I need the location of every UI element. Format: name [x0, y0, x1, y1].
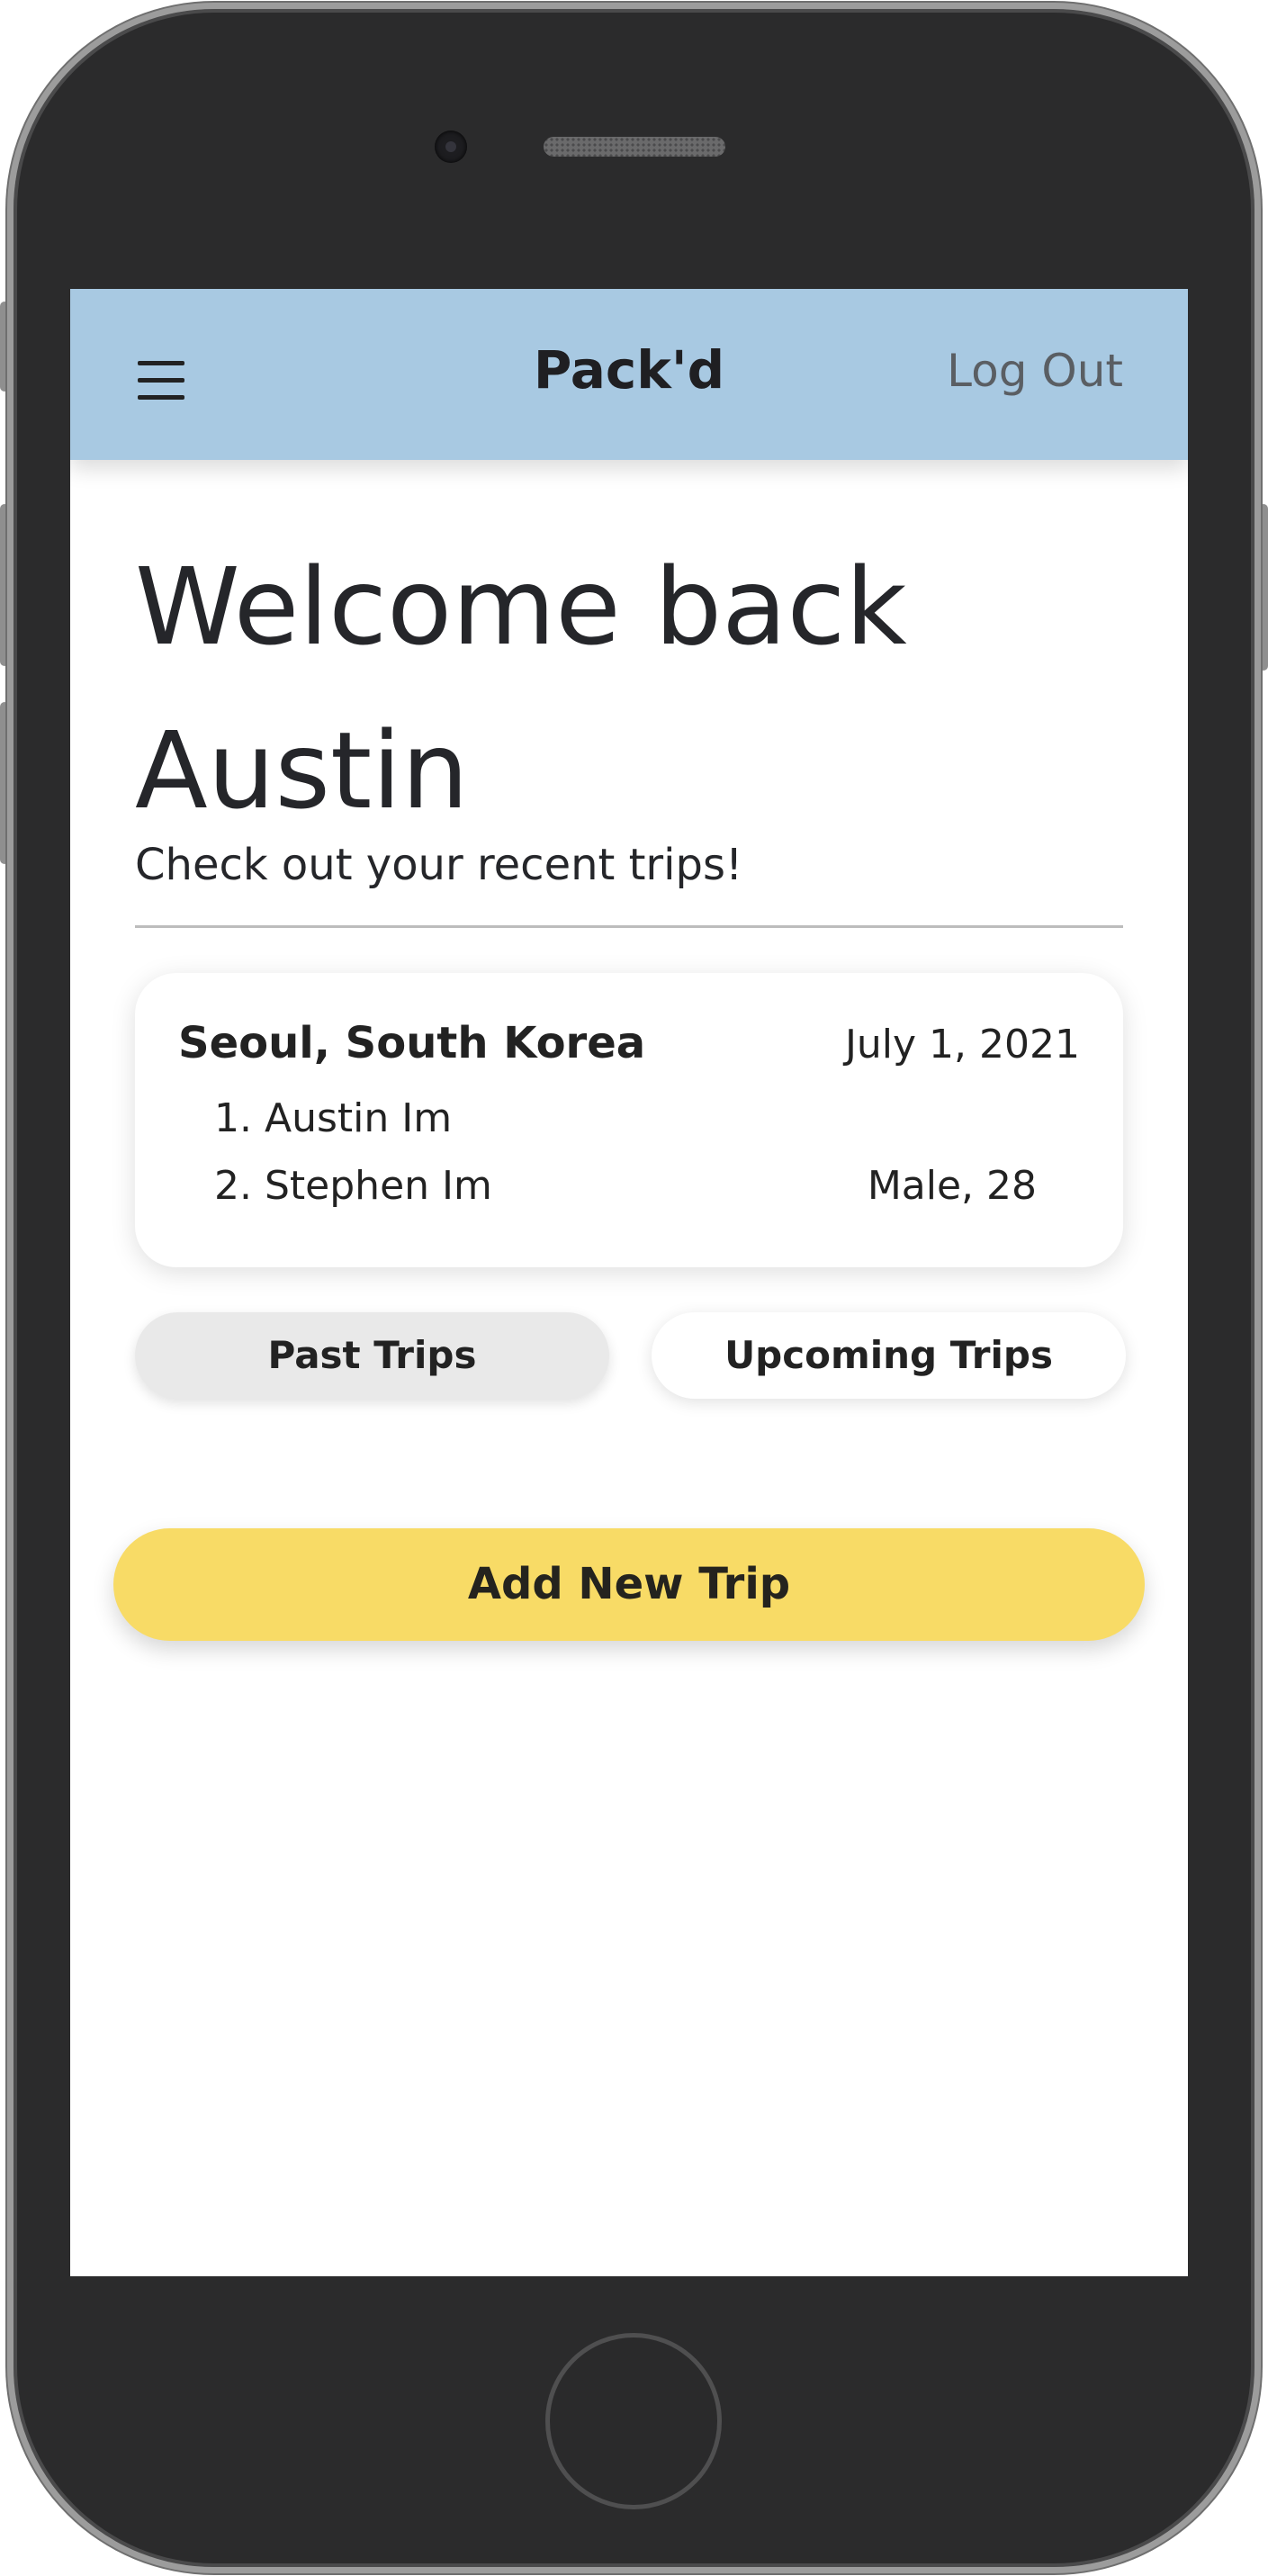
section-divider — [135, 925, 1123, 928]
device-mockup: Pack'd Log Out Welcome back Austin Check… — [0, 0, 1268, 2576]
earpiece-speaker — [544, 137, 725, 157]
welcome-heading: Welcome back Austin — [135, 545, 907, 833]
home-button[interactable] — [545, 2333, 722, 2509]
traveler-row: 1. Austin Im — [135, 1095, 1123, 1149]
logout-link[interactable]: Log Out — [947, 345, 1123, 397]
upcoming-trips-button[interactable]: Upcoming Trips — [652, 1312, 1126, 1399]
traveler-number: 2. — [214, 1163, 252, 1209]
welcome-subtitle: Check out your recent trips! — [135, 840, 743, 890]
top-navbar: Pack'd Log Out — [70, 289, 1188, 460]
traveler-row: 2. Stephen Im Male, 28 — [135, 1163, 1123, 1217]
past-trips-button[interactable]: Past Trips — [135, 1312, 609, 1399]
traveler-name: Stephen Im — [265, 1163, 492, 1209]
trip-date: July 1, 2021 — [844, 1022, 1080, 1067]
traveler-name: Austin Im — [265, 1095, 453, 1141]
add-new-trip-button[interactable]: Add New Trip — [113, 1528, 1145, 1641]
trip-destination: Seoul, South Korea — [178, 1018, 646, 1068]
front-camera — [435, 131, 467, 163]
traveler-details: Male, 28 — [867, 1163, 1037, 1209]
app-screen: Pack'd Log Out Welcome back Austin Check… — [70, 289, 1188, 2276]
traveler-number: 1. — [214, 1095, 252, 1141]
recent-trip-card[interactable]: Seoul, South Korea July 1, 2021 1. Austi… — [135, 973, 1123, 1267]
